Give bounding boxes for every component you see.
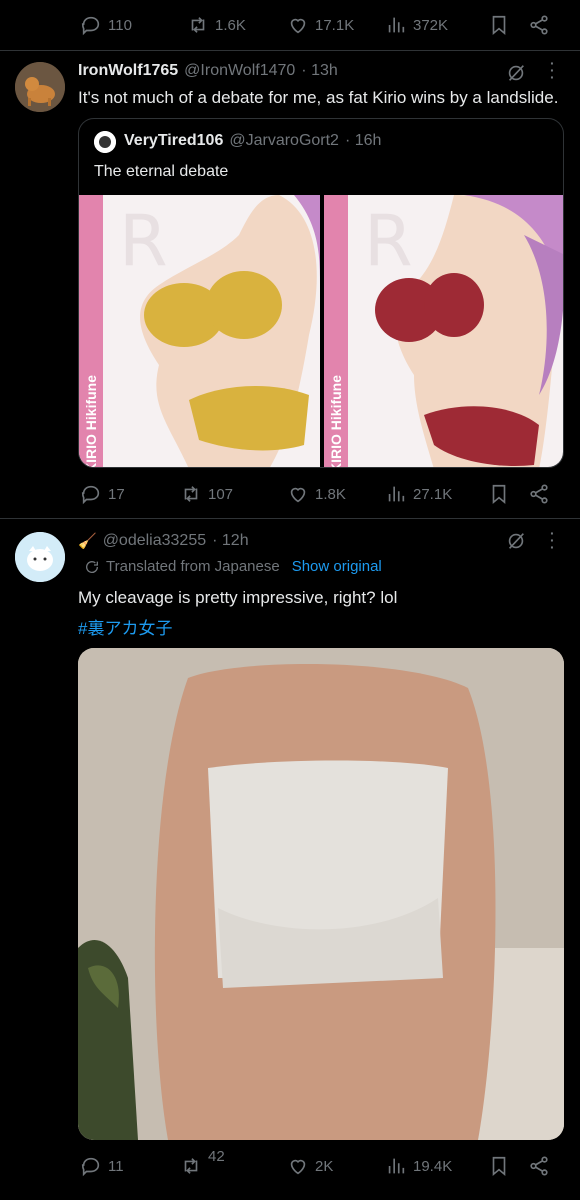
repost-icon: [184, 1158, 198, 1174]
grok-icon: [508, 533, 524, 549]
more-options-icon[interactable]: · · ·: [550, 56, 555, 84]
translate-icon: [86, 560, 99, 573]
views-button[interactable]: 19.4K: [385, 1146, 452, 1186]
post-image[interactable]: [78, 648, 564, 1140]
author-name[interactable]: IronWolf1765: [78, 62, 178, 80]
reply-count: 17: [108, 485, 125, 503]
repost-button[interactable]: 42: [180, 1146, 225, 1186]
author-handle[interactable]: @IronWolf1470: [184, 62, 295, 80]
quote-avatar: [94, 131, 116, 153]
more-options-icon[interactable]: · · ·: [550, 526, 555, 554]
share-icon: [530, 15, 548, 35]
quote-author-handle: @JarvaroGort2: [229, 132, 339, 149]
post2-action-bar: 11 42 2K 19.4K: [0, 1146, 580, 1186]
quote-avatar-image: [94, 131, 116, 153]
post-text: It's not much of a debate for me, as fat…: [78, 88, 559, 107]
photo-placeholder: [78, 648, 564, 1140]
like-count: 1.8K: [315, 485, 346, 503]
avatar[interactable]: [15, 62, 65, 112]
quote-time: · 16h: [344, 132, 382, 149]
share-icon: [530, 1156, 548, 1176]
heart-icon: [290, 487, 306, 503]
reply-count: 11: [108, 1157, 124, 1175]
bookmark-button[interactable]: [488, 1146, 510, 1186]
heart-icon: [290, 1159, 306, 1175]
views-icon: [388, 1158, 405, 1174]
views-count: 27.1K: [413, 485, 453, 503]
broom-icon: 🧹: [78, 533, 97, 550]
repost-count: 107: [208, 485, 234, 503]
quote-header: VeryTired106 @JarvaroGort2 · 16h: [124, 132, 381, 150]
dog-avatar-image: [15, 62, 65, 112]
post-time[interactable]: · 12h: [212, 532, 248, 550]
grok-button[interactable]: [503, 528, 529, 554]
like-button[interactable]: 1.8K: [287, 474, 346, 514]
views-button[interactable]: 27.1K: [385, 474, 452, 514]
like-count: 2K: [315, 1157, 334, 1175]
translated-label: Translated from Japanese: [106, 558, 280, 575]
reply-icon: [81, 485, 100, 505]
like-button[interactable]: 17.1K: [287, 5, 354, 45]
post-time[interactable]: · 13h: [301, 62, 337, 80]
reply-button[interactable]: 17: [80, 474, 125, 514]
bookmark-button[interactable]: [488, 474, 510, 514]
quoted-post[interactable]: VeryTired106 @JarvaroGort2 · 16h The ete…: [78, 118, 564, 468]
illustration-left: R: [119, 195, 320, 467]
reply-icon: [81, 16, 100, 36]
like-button[interactable]: 2K: [287, 1146, 333, 1186]
bookmark-icon: [492, 1156, 506, 1177]
views-button[interactable]: 372K: [385, 5, 448, 45]
post-header: IronWolf1765 @IronWolf1470 · 13h: [78, 62, 338, 80]
repost-button[interactable]: 1.6K: [187, 5, 246, 45]
like-count: 17.1K: [315, 16, 355, 34]
post-header: 🧹 @odelia33255 · 12h: [78, 532, 249, 550]
post-text: My cleavage is pretty impressive, right?…: [78, 588, 398, 607]
views-icon: [388, 17, 405, 33]
show-original-link[interactable]: Show original: [292, 558, 382, 575]
quote-image-left[interactable]: KIRIO Hikifune R: [79, 195, 320, 467]
repost-icon: [191, 17, 205, 33]
illustration-right: R: [364, 195, 563, 467]
repost-icon: [184, 486, 198, 502]
repost-button[interactable]: 107: [180, 474, 233, 514]
top-action-bar: 110 1.6K 17.1K 372K: [0, 5, 580, 45]
views-count: 19.4K: [413, 1157, 453, 1175]
bookmark-icon: [492, 15, 506, 36]
views-count: 372K: [413, 16, 449, 34]
share-button[interactable]: [528, 5, 550, 45]
views-icon: [388, 486, 405, 502]
svg-text:R: R: [364, 200, 413, 282]
reply-button[interactable]: 11: [80, 1146, 124, 1186]
divider: [0, 518, 580, 519]
reply-count: 110: [108, 16, 132, 34]
hashtag-link[interactable]: #裏アカ女子: [78, 614, 172, 639]
share-button[interactable]: [528, 474, 550, 514]
grok-button[interactable]: [503, 60, 529, 86]
hello-kitty-avatar-image: [15, 532, 65, 582]
bookmark-icon: [492, 484, 506, 505]
author-handle[interactable]: @odelia33255: [103, 532, 206, 550]
reply-button[interactable]: 110: [80, 5, 132, 45]
heart-icon: [290, 18, 306, 34]
quote-author-name: VeryTired106: [124, 132, 224, 149]
quote-image-right[interactable]: KIRIO Hikifune R: [324, 195, 563, 467]
reply-icon: [81, 1157, 100, 1177]
quote-text: The eternal debate: [94, 163, 229, 180]
grok-icon: [508, 65, 524, 81]
share-icon: [530, 484, 548, 504]
share-button[interactable]: [528, 1146, 550, 1186]
divider: [0, 50, 580, 51]
repost-count: 42: [208, 1147, 225, 1165]
post1-action-bar: 17 107 1.8K 27.1K: [0, 474, 580, 514]
bookmark-button[interactable]: [488, 5, 510, 45]
translation-line: Translated from Japanese Show original: [84, 558, 382, 575]
repost-count: 1.6K: [215, 16, 246, 34]
svg-text:R: R: [119, 200, 168, 282]
avatar[interactable]: [15, 532, 65, 582]
